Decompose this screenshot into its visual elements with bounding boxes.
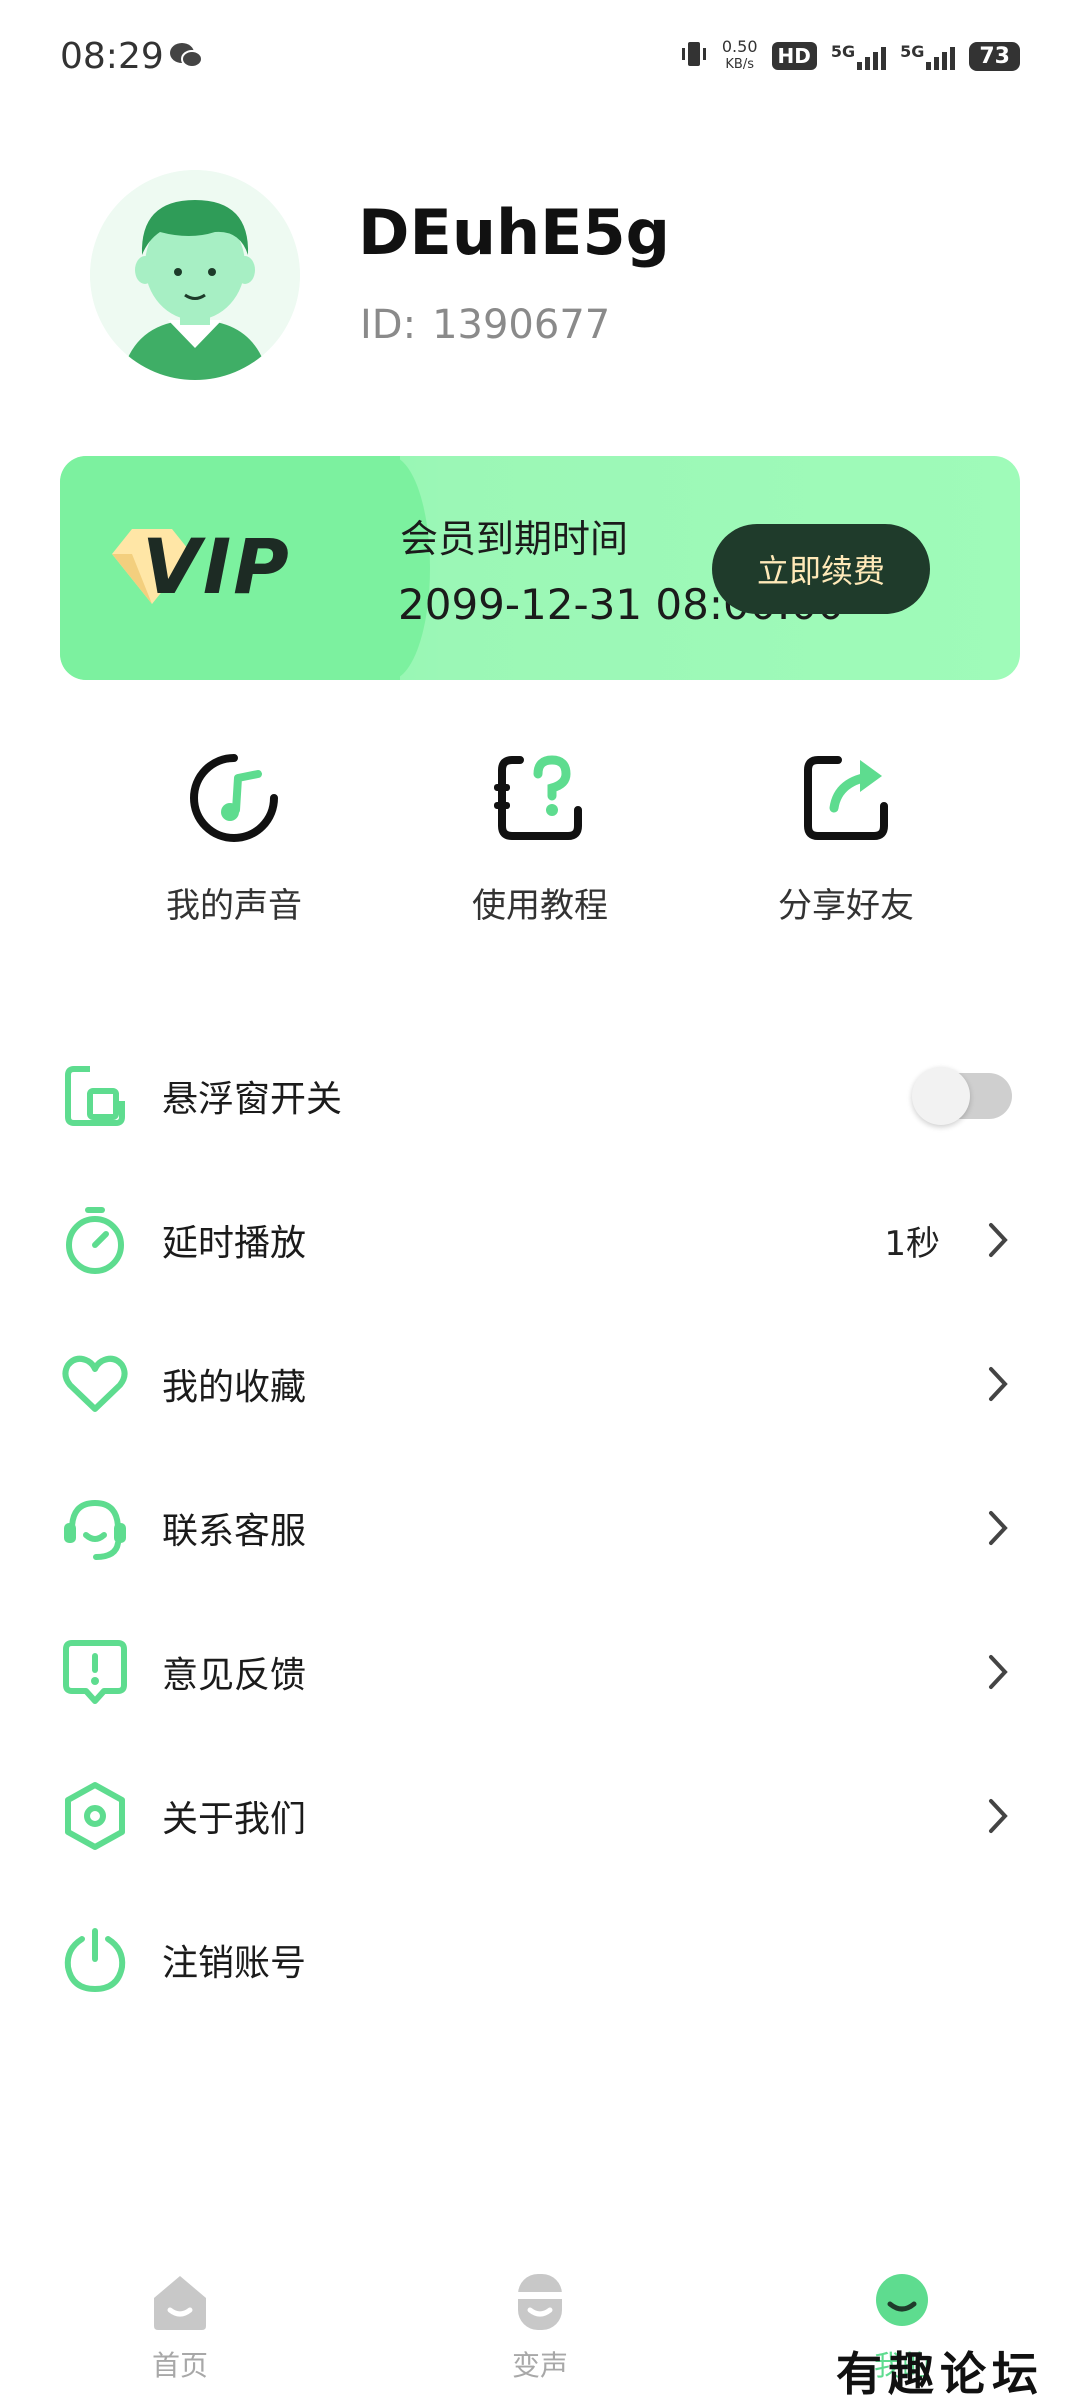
menu-row-label: 悬浮窗开关 — [162, 1079, 343, 1120]
nav-label: 变声 — [511, 2349, 568, 2382]
menu-row-label: 注销账号 — [162, 1943, 307, 1984]
heart-icon — [60, 1349, 130, 1419]
menu-row-customer-service[interactable]: 联系客服 — [0, 1456, 1080, 1600]
profile-face-icon — [870, 2270, 934, 2338]
tutorial-help-icon — [492, 750, 588, 850]
chevron-right-icon — [988, 1510, 1008, 1546]
menu-row-delete-account[interactable]: 注销账号 — [0, 1888, 1080, 2032]
delay-value: 1秒 — [884, 1223, 940, 1264]
menu-row-favorites[interactable]: 我的收藏 — [0, 1312, 1080, 1456]
username: DEuhE5g — [358, 196, 670, 269]
sim2-label: 5G — [900, 42, 925, 61]
signal-bars-icon — [857, 42, 887, 70]
sim2-signal: 5G — [900, 42, 956, 70]
chevron-right-icon — [988, 1222, 1008, 1258]
sim1-label: 5G — [830, 42, 856, 61]
user-id: ID: 1390677 — [360, 302, 610, 348]
menu-row-about-us[interactable]: 关于我们 — [0, 1744, 1080, 1888]
quick-action-label: 分享好友 — [778, 886, 914, 926]
floating-window-toggle[interactable] — [912, 1067, 1012, 1125]
chevron-right-icon — [988, 1654, 1008, 1690]
nav-home[interactable]: 首页 — [80, 2270, 280, 2384]
nav-voice-change[interactable]: 变声 — [440, 2270, 640, 2384]
menu-row-label: 关于我们 — [162, 1799, 307, 1840]
net-speed-unit: KB/s — [725, 57, 754, 72]
quick-action-my-voice[interactable]: 我的声音 — [84, 750, 384, 927]
floating-window-icon — [60, 1061, 130, 1131]
watermark: 有趣论坛 — [836, 2347, 1044, 2401]
vip-logo: VIP — [142, 522, 291, 611]
menu-row-label: 我的收藏 — [162, 1367, 307, 1408]
timer-icon — [60, 1205, 130, 1275]
quick-action-label: 我的声音 — [166, 886, 302, 926]
power-icon — [60, 1925, 130, 1995]
menu-row-feedback[interactable]: 意见反馈 — [0, 1600, 1080, 1744]
vip-card[interactable]: VIP 会员到期时间 2099-12-31 08:00:00 立即续费 — [60, 456, 1020, 680]
home-icon — [148, 2270, 212, 2338]
status-icons: 0.50 KB/s HD 5G 5G 73 — [680, 38, 1020, 74]
feedback-icon — [60, 1637, 130, 1707]
net-speed-value: 0.50 — [721, 37, 758, 56]
hexagon-about-icon — [60, 1781, 130, 1851]
user-id-label: ID: — [360, 302, 417, 348]
status-time: 08:29 — [60, 36, 164, 77]
net-speed: 0.50 KB/s — [722, 38, 758, 74]
user-id-value: 1390677 — [432, 302, 611, 348]
quick-action-label: 使用教程 — [472, 886, 608, 926]
toggle-knob — [912, 1067, 970, 1125]
nav-label: 首页 — [151, 2349, 208, 2382]
vibrate-icon — [680, 39, 708, 74]
headset-icon — [60, 1493, 130, 1563]
hd-badge: HD — [771, 42, 817, 70]
menu-row-floating-window[interactable]: 悬浮窗开关 — [0, 1024, 1080, 1168]
quick-action-tutorial[interactable]: 使用教程 — [390, 750, 690, 927]
chevron-right-icon — [988, 1798, 1008, 1834]
chevron-right-icon — [988, 1366, 1008, 1402]
menu-row-label: 意见反馈 — [162, 1655, 307, 1696]
signal-bars-icon — [926, 42, 956, 70]
voice-change-icon — [508, 2270, 572, 2338]
music-note-icon — [186, 750, 282, 850]
menu-row-label: 联系客服 — [162, 1511, 307, 1552]
vip-title: 会员到期时间 — [400, 517, 629, 561]
wechat-icon — [168, 40, 204, 72]
avatar[interactable] — [90, 170, 300, 380]
menu-row-delay-play[interactable]: 延时播放 1秒 — [0, 1168, 1080, 1312]
sim1-signal: 5G — [830, 42, 887, 70]
quick-action-share[interactable]: 分享好友 — [696, 750, 996, 927]
menu-row-label: 延时播放 — [162, 1223, 307, 1264]
battery-indicator: 73 — [969, 41, 1020, 71]
renew-button[interactable]: 立即续费 — [712, 524, 930, 614]
share-arrow-icon — [798, 750, 894, 850]
